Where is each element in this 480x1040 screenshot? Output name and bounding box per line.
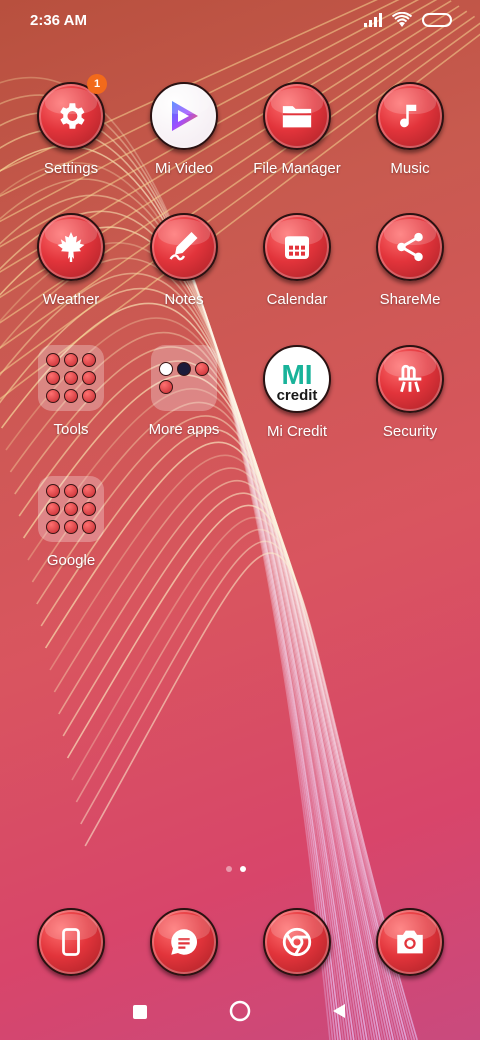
folder-label: Tools xyxy=(53,421,89,438)
mini-app-icon xyxy=(64,353,78,367)
mini-app-icon xyxy=(64,484,78,498)
app-label: Mi Credit xyxy=(266,423,327,440)
app-label: Security xyxy=(382,423,438,440)
app-label: Notes xyxy=(164,291,204,308)
share-icon xyxy=(376,213,444,281)
mi-credit-logo-text: MI xyxy=(281,358,313,390)
navigation-bar xyxy=(0,990,480,1034)
app-calendar[interactable]: Calendar xyxy=(241,213,353,308)
folder-preview xyxy=(38,345,104,411)
app-music[interactable]: Music xyxy=(354,82,466,177)
wifi-icon xyxy=(392,12,412,27)
back-button[interactable] xyxy=(330,1002,348,1020)
pen-icon xyxy=(150,213,218,281)
app-label: File Manager xyxy=(253,160,341,177)
phone-icon xyxy=(37,908,105,976)
folder-google[interactable]: Google xyxy=(15,476,127,569)
folder-more-apps[interactable]: More apps xyxy=(128,345,240,438)
page-indicator xyxy=(226,866,246,872)
page-dot-active[interactable] xyxy=(240,866,246,872)
mini-app-icon xyxy=(195,362,209,376)
messages-icon xyxy=(150,908,218,976)
dock-camera[interactable] xyxy=(354,908,466,976)
folder-label: More apps xyxy=(148,421,220,438)
dock-phone[interactable] xyxy=(15,908,127,976)
mini-app-icon xyxy=(64,371,78,385)
notification-badge: 1 xyxy=(87,74,107,94)
mi-credit-logo-icon: MI credit xyxy=(263,345,331,413)
app-notes[interactable]: Notes xyxy=(128,213,240,308)
app-label: Mi Video xyxy=(154,160,214,177)
app-file-manager[interactable]: File Manager xyxy=(241,82,353,177)
recents-button[interactable] xyxy=(132,1004,148,1020)
status-icons xyxy=(364,12,452,28)
folder-preview xyxy=(151,345,217,411)
mini-app-icon xyxy=(46,484,60,498)
app-security[interactable]: Security xyxy=(354,345,466,440)
chrome-icon xyxy=(263,908,331,976)
mini-app-icon xyxy=(159,362,173,376)
signal-icon xyxy=(364,13,382,27)
app-label: Weather xyxy=(42,291,100,308)
page-dot[interactable] xyxy=(226,866,232,872)
mini-app-icon xyxy=(46,353,60,367)
app-label: Music xyxy=(390,160,430,177)
app-label: Calendar xyxy=(266,291,328,308)
folder-preview xyxy=(38,476,104,542)
mini-app-icon xyxy=(177,362,191,376)
mini-app-icon xyxy=(64,389,78,403)
mini-app-icon xyxy=(64,520,78,534)
clock: 2:36 AM xyxy=(30,12,87,29)
mini-app-icon xyxy=(82,502,96,516)
app-weather[interactable]: Weather xyxy=(15,213,127,308)
folder-label: Google xyxy=(46,552,96,569)
wallpaper-line xyxy=(0,22,480,375)
status-bar: 2:36 AM xyxy=(0,0,480,44)
play-icon xyxy=(150,82,218,150)
dock-messages[interactable] xyxy=(128,908,240,976)
calendar-icon xyxy=(263,213,331,281)
mini-app-icon xyxy=(46,502,60,516)
mini-app-icon xyxy=(46,371,60,385)
folder-icon xyxy=(263,82,331,150)
mini-app-icon xyxy=(46,520,60,534)
app-mi-credit[interactable]: MI credit Mi Credit xyxy=(241,345,353,440)
mini-app-icon xyxy=(82,353,96,367)
music-note-icon xyxy=(376,82,444,150)
app-label: ShareMe xyxy=(379,291,441,308)
camera-icon xyxy=(376,908,444,976)
app-settings[interactable]: 1 Settings xyxy=(15,74,127,177)
mini-app-icon xyxy=(82,484,96,498)
home-button[interactable] xyxy=(229,1000,251,1022)
wallpaper-line xyxy=(0,15,476,350)
mini-app-icon xyxy=(82,389,96,403)
mini-app-icon xyxy=(46,389,60,403)
mini-app-icon xyxy=(82,520,96,534)
maple-leaf-icon xyxy=(37,213,105,281)
battery-icon xyxy=(422,13,452,27)
mini-app-icon xyxy=(64,502,78,516)
app-shareme[interactable]: ShareMe xyxy=(354,213,466,308)
mi-credit-logo-sub: credit xyxy=(276,386,318,404)
app-mi-video[interactable]: Mi Video xyxy=(128,82,240,177)
folder-tools[interactable]: Tools xyxy=(15,345,127,438)
security-broom-icon xyxy=(376,345,444,413)
app-label: Settings xyxy=(43,160,99,177)
mini-app-icon xyxy=(82,371,96,385)
dock-chrome[interactable] xyxy=(241,908,353,976)
mini-app-icon xyxy=(159,380,173,394)
